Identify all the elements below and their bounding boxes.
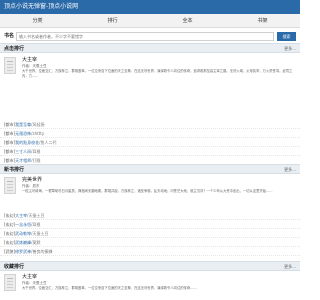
list-item-author: /zhttty xyxy=(31,131,45,136)
featured-book[interactable]: 大主宰 作者：天蚕土豆 大千世界，位面交汇，万族林立，群雄荟萃，一位位来自下位面… xyxy=(0,55,300,81)
featured-book-description: 一粒尘可填海，一根草斩尽日月星辰，弹指间天翻地覆。群雄并起，万族林立，诸圣争霸，… xyxy=(22,189,273,193)
list-item-author: /风轻扬 xyxy=(31,122,45,127)
list-item-title[interactable]: 无限恐怖 xyxy=(15,131,31,136)
list-item-title[interactable]: 大主宰 xyxy=(15,213,27,218)
list-item-category: [玄幻] xyxy=(4,213,16,218)
list-item-author: /耳根 xyxy=(31,149,41,154)
list-item-title[interactable]: 天才相师 xyxy=(15,158,31,163)
list-item-author: /耳根 xyxy=(31,222,41,227)
section-header-favorites: 收藏排行 更多... xyxy=(0,261,300,271)
list-item-category: [玄幻] xyxy=(4,222,16,227)
list-item[interactable]: [都市]三寸人间/耳根 xyxy=(0,147,300,156)
featured-book[interactable]: 大主宰 作者：天蚕土豆 大千世界，位面交汇，万族林立，群雄荟萃，一位位来自下位面… xyxy=(0,272,300,300)
list-item-title[interactable]: 三寸人间 xyxy=(15,149,31,154)
list-item-category: [武侠] xyxy=(4,249,16,254)
book-cover-image[interactable] xyxy=(4,274,16,291)
book-list-new-books: [玄幻]大主宰/天蚕土豆 [玄幻]一念永恒/耳根 [玄幻]武动乾坤/天蚕土豆 [… xyxy=(0,211,300,256)
list-item[interactable]: [玄幻]一念永恒/耳根 xyxy=(0,220,300,229)
more-link[interactable]: 更多... xyxy=(284,264,296,270)
book-cover-image[interactable] xyxy=(4,57,16,74)
list-item[interactable]: [都市]我是至尊/风轻扬 xyxy=(0,120,300,129)
list-item-title[interactable]: 我的贴身校花 xyxy=(15,140,39,145)
list-item-author: /天蚕土豆 xyxy=(31,231,49,236)
list-item-category: [都市] xyxy=(4,122,16,127)
nav-item-category[interactable]: 分类 xyxy=(0,14,75,27)
list-item[interactable]: [武侠]修罗武神/善良的蜜蜂 xyxy=(0,247,300,256)
section-title: 点击排行 xyxy=(4,46,25,52)
section-header-click-ranking: 点击排行 更多... xyxy=(0,43,300,53)
search-input[interactable] xyxy=(16,32,274,41)
featured-book-description: 大千世界，位面交汇，万族林立，群雄荟萃，一位位来自下位面的天之至尊，在这无尽世界… xyxy=(22,69,293,78)
list-item-category: [玄幻] xyxy=(4,240,16,245)
featured-book-author: 作者：天蚕土豆 xyxy=(22,64,47,68)
site-title[interactable]: 顶点小说无弹窗-顶点小说网 xyxy=(4,2,78,12)
section-header-new-books: 新书排行 更多... xyxy=(0,164,300,174)
search-bar: 书名 搜索 xyxy=(0,30,300,42)
list-item-title[interactable]: 我是至尊 xyxy=(15,122,31,127)
list-item-author: /鱼人二代 xyxy=(39,140,57,145)
featured-book-author: 作者：辰东 xyxy=(22,184,40,188)
section-title: 收藏排行 xyxy=(4,264,25,270)
nav-item-complete[interactable]: 全本 xyxy=(150,14,225,27)
list-item-author: /天蚕土豆 xyxy=(27,213,45,218)
top-bar: 顶点小说无弹窗-顶点小说网 xyxy=(0,0,300,14)
list-item[interactable]: [玄幻]武动乾坤/天蚕土豆 xyxy=(0,229,300,238)
featured-book-title[interactable]: 大主宰 xyxy=(22,274,37,280)
main-nav: 分类 排行 全本 书架 xyxy=(0,14,300,28)
list-item[interactable]: [玄幻]大主宰/天蚕土豆 xyxy=(0,211,300,220)
nav-item-ranking[interactable]: 排行 xyxy=(75,14,150,27)
list-item-title[interactable]: 武炼巅峰 xyxy=(15,240,31,245)
list-item-category: [玄幻] xyxy=(4,231,16,236)
search-label: 书名 xyxy=(4,33,15,39)
section-title: 新书排行 xyxy=(4,167,25,173)
book-cover-image[interactable] xyxy=(4,177,16,194)
featured-book-description: 大千世界，位面交汇，万族林立，群雄荟萃，一位位来自下位面的天之至尊，在这无尽世界… xyxy=(22,286,197,290)
featured-book-title[interactable]: 完美世界 xyxy=(22,177,42,183)
list-item-category: [都市] xyxy=(4,131,16,136)
list-item-category: [都市] xyxy=(4,158,16,163)
featured-book-title[interactable]: 大主宰 xyxy=(22,57,37,63)
list-item-author: /善良的蜜蜂 xyxy=(31,249,53,254)
list-item-title[interactable]: 一念永恒 xyxy=(15,222,31,227)
more-link[interactable]: 更多... xyxy=(284,46,296,52)
list-item[interactable]: [玄幻]武炼巅峰/莫默 xyxy=(0,238,300,247)
featured-book-author: 作者：天蚕土豆 xyxy=(22,281,47,285)
list-item-author: /打眼 xyxy=(31,158,41,163)
list-item[interactable]: [都市]无限恐怖/zhttty xyxy=(0,129,300,138)
search-button[interactable]: 搜索 xyxy=(277,32,296,41)
list-item-author: /莫默 xyxy=(31,240,41,245)
list-item-title[interactable]: 修罗武神 xyxy=(15,249,31,254)
featured-book[interactable]: 完美世界 作者：辰东 一粒尘可填海，一根草斩尽日月星辰，弹指间天翻地覆。群雄并起… xyxy=(0,175,300,201)
list-item-category: [都市] xyxy=(4,149,16,154)
list-item-category: [都市] xyxy=(4,140,16,145)
nav-item-bookshelf[interactable]: 书架 xyxy=(225,14,300,27)
book-list-click-ranking: [都市]我是至尊/风轻扬 [都市]无限恐怖/zhttty [都市]我的贴身校花/… xyxy=(0,120,300,165)
list-item[interactable]: [都市]我的贴身校花/鱼人二代 xyxy=(0,138,300,147)
list-item-title[interactable]: 武动乾坤 xyxy=(15,231,31,236)
more-link[interactable]: 更多... xyxy=(284,167,296,173)
